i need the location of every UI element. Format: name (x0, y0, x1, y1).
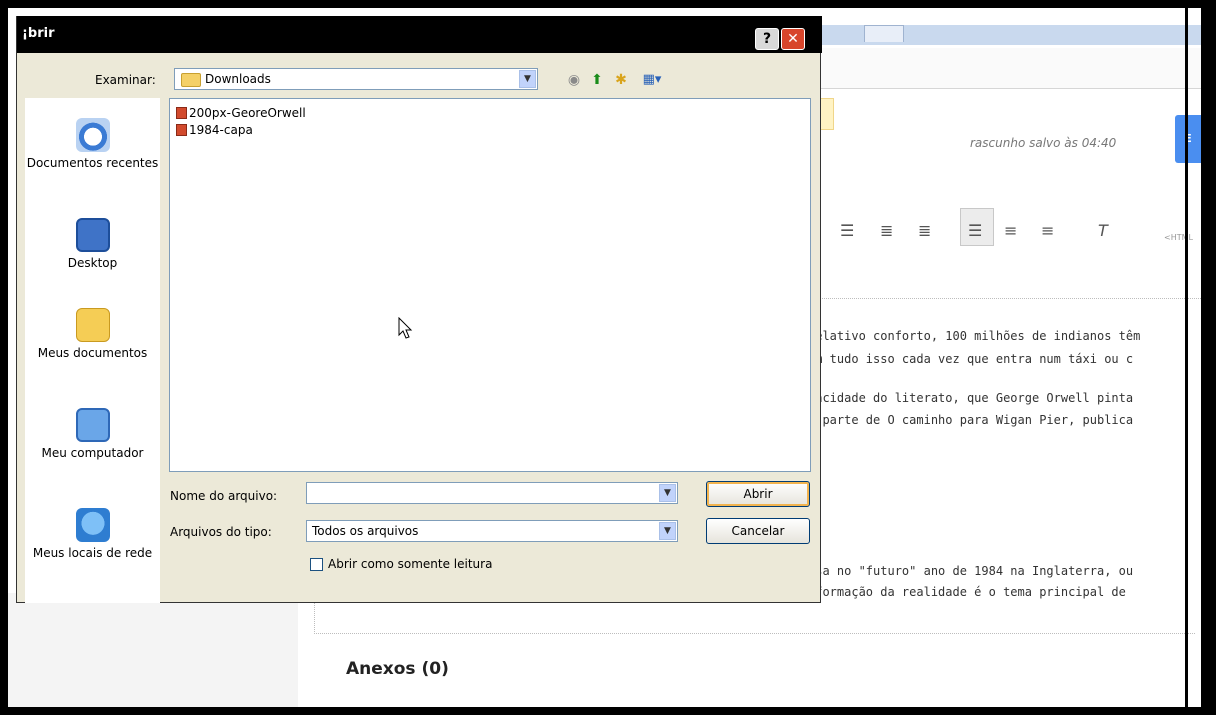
html-mode-button[interactable]: <HTML (1164, 233, 1193, 242)
places-bar: Documentos recentes Desktop Meus documen… (25, 98, 160, 603)
place-label: Meus locais de rede (32, 546, 153, 560)
decrease-indent-icon[interactable]: ≣ (880, 221, 893, 240)
file-name: 200px-GeoreOrwell (189, 106, 306, 120)
file-list[interactable]: 200px-GeoreOrwell 1984-capa (169, 98, 811, 472)
send-button[interactable]: E (1175, 115, 1201, 163)
file-item[interactable]: 1984-capa (176, 123, 253, 139)
left-panel (8, 593, 298, 707)
place-recent-documents[interactable]: Documentos recentes (25, 118, 160, 171)
place-label: Documentos recentes (26, 156, 159, 170)
look-in-label: Examinar: (95, 73, 156, 87)
open-file-dialog: ¡brir ? ✕ Examinar: Downloads ▼ ◉ ⬆ ✱ ▦▾… (16, 16, 822, 603)
open-button[interactable]: Abrir (706, 481, 810, 507)
file-item[interactable]: 200px-GeoreOrwell (176, 106, 306, 122)
align-right-icon[interactable]: ≡ (1041, 221, 1054, 240)
body-text-line: relativo conforto, 100 milhões de indian… (808, 329, 1141, 343)
browser-tab[interactable] (864, 25, 904, 42)
view-menu-icon[interactable]: ▦▾ (637, 71, 667, 89)
cancel-button[interactable]: Cancelar (706, 518, 810, 544)
draft-saved-status: rascunho salvo às 04:40 (970, 136, 1117, 150)
body-text-line: ssa no "futuro" ano de 1984 na Inglaterr… (808, 564, 1134, 578)
readonly-label[interactable]: Abrir como somente leitura (328, 557, 492, 571)
recent-documents-icon (75, 118, 110, 152)
place-label: Desktop (67, 256, 118, 270)
image-file-icon (176, 107, 187, 119)
chevron-down-icon[interactable]: ▼ (659, 522, 676, 540)
place-desktop[interactable]: Desktop (25, 218, 160, 271)
remove-formatting-icon[interactable]: T (1098, 221, 1108, 240)
body-text-line: dacidade do literato, que George Orwell … (808, 391, 1134, 405)
look-in-select[interactable]: Downloads ▼ (174, 68, 538, 90)
place-network[interactable]: Meus locais de rede (25, 508, 160, 561)
screen: rascunho salvo às 04:40 E ☰ ≣ ≣ ☰ ≡ ≡ T … (8, 8, 1201, 707)
up-folder-icon[interactable]: ⬆ (588, 71, 606, 89)
desktop-icon (75, 218, 110, 252)
frame-divider (1185, 8, 1188, 707)
filetype-select[interactable]: Todos os arquivos ▼ (306, 520, 678, 542)
attachments-title: Anexos (0) (346, 659, 449, 679)
my-computer-icon (75, 408, 110, 442)
chevron-down-icon[interactable]: ▼ (519, 70, 536, 88)
chevron-down-icon[interactable]: ▼ (659, 484, 676, 502)
help-button[interactable]: ? (755, 28, 779, 50)
image-file-icon (176, 124, 187, 136)
filetype-label: Arquivos do tipo: (170, 525, 272, 539)
dialog-titlebar[interactable]: ¡brir ? ✕ (17, 16, 822, 53)
body-text-line: a parte de O caminho para Wigan Pier, pu… (808, 413, 1134, 427)
increase-indent-icon[interactable]: ≣ (918, 221, 931, 240)
new-folder-icon[interactable]: ✱ (612, 71, 630, 89)
place-label: Meus documentos (37, 346, 148, 360)
filetype-value: Todos os arquivos (312, 524, 419, 538)
place-my-computer[interactable]: Meu computador (25, 408, 160, 461)
place-label: Meu computador (41, 446, 144, 460)
readonly-checkbox[interactable] (310, 558, 323, 571)
address-area (808, 48, 1201, 89)
dialog-title: ¡brir (22, 26, 55, 41)
place-my-documents[interactable]: Meus documentos (25, 308, 160, 361)
body-text-line: om tudo isso cada vez que entra num táxi… (808, 352, 1134, 366)
back-icon[interactable]: ◉ (565, 71, 583, 89)
look-in-value: Downloads (205, 72, 271, 86)
align-center-icon[interactable]: ≡ (1004, 221, 1017, 240)
folder-icon (181, 73, 201, 87)
my-documents-icon (75, 308, 110, 342)
file-name: 1984-capa (189, 123, 253, 137)
align-left-icon[interactable]: ☰ (968, 221, 982, 240)
filename-label: Nome do arquivo: (170, 489, 278, 503)
bulleted-list-icon[interactable]: ☰ (840, 221, 854, 240)
close-button[interactable]: ✕ (781, 28, 805, 50)
filename-input[interactable]: ▼ (306, 482, 678, 504)
divider (808, 298, 1201, 299)
network-places-icon (75, 508, 110, 542)
mouse-cursor-icon (398, 317, 413, 339)
